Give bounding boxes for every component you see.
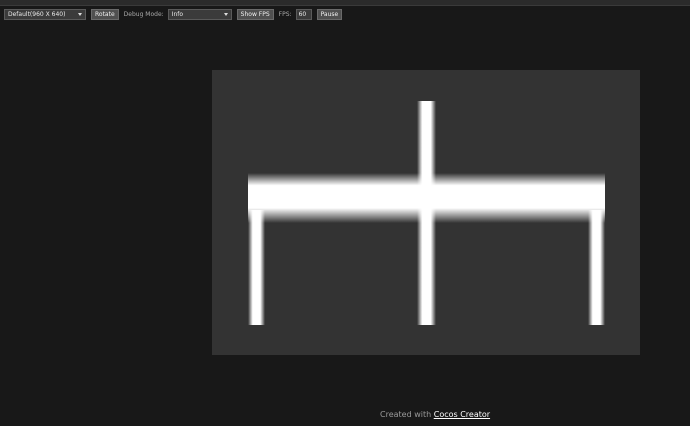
- right-leg-bar: [588, 210, 605, 325]
- cocos-creator-link[interactable]: Cocos Creator: [434, 410, 490, 419]
- footer-text: Created with Cocos Creator: [380, 410, 490, 419]
- debug-mode-label: Debug Mode:: [123, 10, 164, 18]
- horizontal-bar: [248, 173, 605, 223]
- device-select-value: Default(960 X 640): [8, 10, 66, 18]
- footer-prefix: Created with: [380, 410, 432, 419]
- window-top-strip: [0, 0, 690, 6]
- show-fps-button[interactable]: Show FPS: [236, 8, 274, 20]
- debug-mode-select-value: Info: [171, 10, 184, 18]
- device-select[interactable]: Default(960 X 640): [4, 8, 86, 20]
- scene-graphics: [248, 101, 605, 325]
- fps-label: FPS:: [278, 10, 292, 18]
- left-leg-bar: [248, 210, 265, 325]
- game-canvas[interactable]: [212, 70, 640, 355]
- fps-input[interactable]: 60: [295, 8, 312, 20]
- preview-toolbar: Default(960 X 640) Rotate Debug Mode: In…: [4, 8, 343, 20]
- pause-button[interactable]: Pause: [316, 8, 343, 20]
- chevron-down-icon: [223, 12, 228, 16]
- rotate-button[interactable]: Rotate: [91, 8, 119, 20]
- debug-mode-select[interactable]: Info: [167, 8, 232, 20]
- chevron-down-icon: [78, 12, 82, 16]
